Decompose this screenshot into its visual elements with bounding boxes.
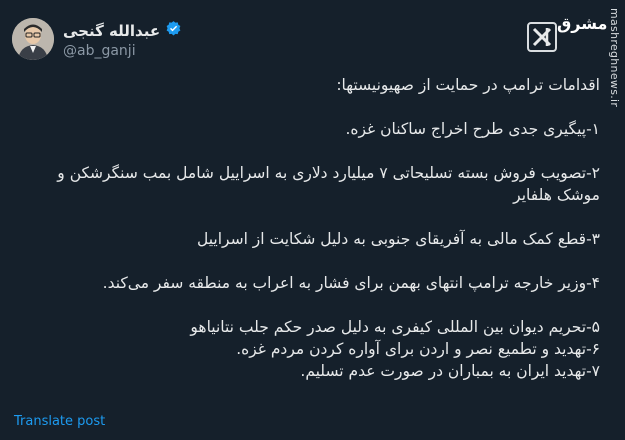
post-text: اقدامات ترامپ در حمایت از صهیونیستها: ۱-… — [14, 74, 600, 382]
x-logo-icon — [527, 22, 557, 52]
list-item-1: ۱-پیگیری جدی طرح اخراج ساکنان غزه. — [345, 120, 600, 138]
post-heading: اقدامات ترامپ در حمایت از صهیونیستها: — [336, 76, 600, 94]
list-item-2: ۲-تصویب فروش بسته تسلیحاتی ۷ میلیارد دلا… — [57, 164, 600, 204]
user-handle[interactable]: @ab_ganji — [63, 43, 136, 59]
list-item-4: ۴-وزیر خارجه ترامپ انتهای بهمن برای فشار… — [102, 274, 600, 292]
list-item-7: ۷-تهدید ایران به بمباران در صورت عدم تسل… — [300, 362, 600, 380]
avatar-image-icon — [12, 18, 54, 60]
watermark-url: mashreghnews.ir — [608, 8, 621, 108]
list-item-3: ۳-قطع کمک مالی به آفریقای جنوبی به دلیل … — [197, 230, 600, 248]
translate-post-link[interactable]: Translate post — [14, 414, 105, 429]
mashregh-logo: مشرق — [557, 14, 608, 33]
verified-badge-icon — [165, 20, 182, 41]
avatar[interactable] — [12, 18, 54, 60]
display-name[interactable]: عبدالله گنجی — [63, 22, 160, 40]
list-item-5: ۵-تحریم دیوان بین المللی کیفری به دلیل ص… — [190, 318, 600, 336]
list-item-6: ۶-تهدید و تطمیع نصر و اردن برای آواره کر… — [236, 340, 600, 358]
